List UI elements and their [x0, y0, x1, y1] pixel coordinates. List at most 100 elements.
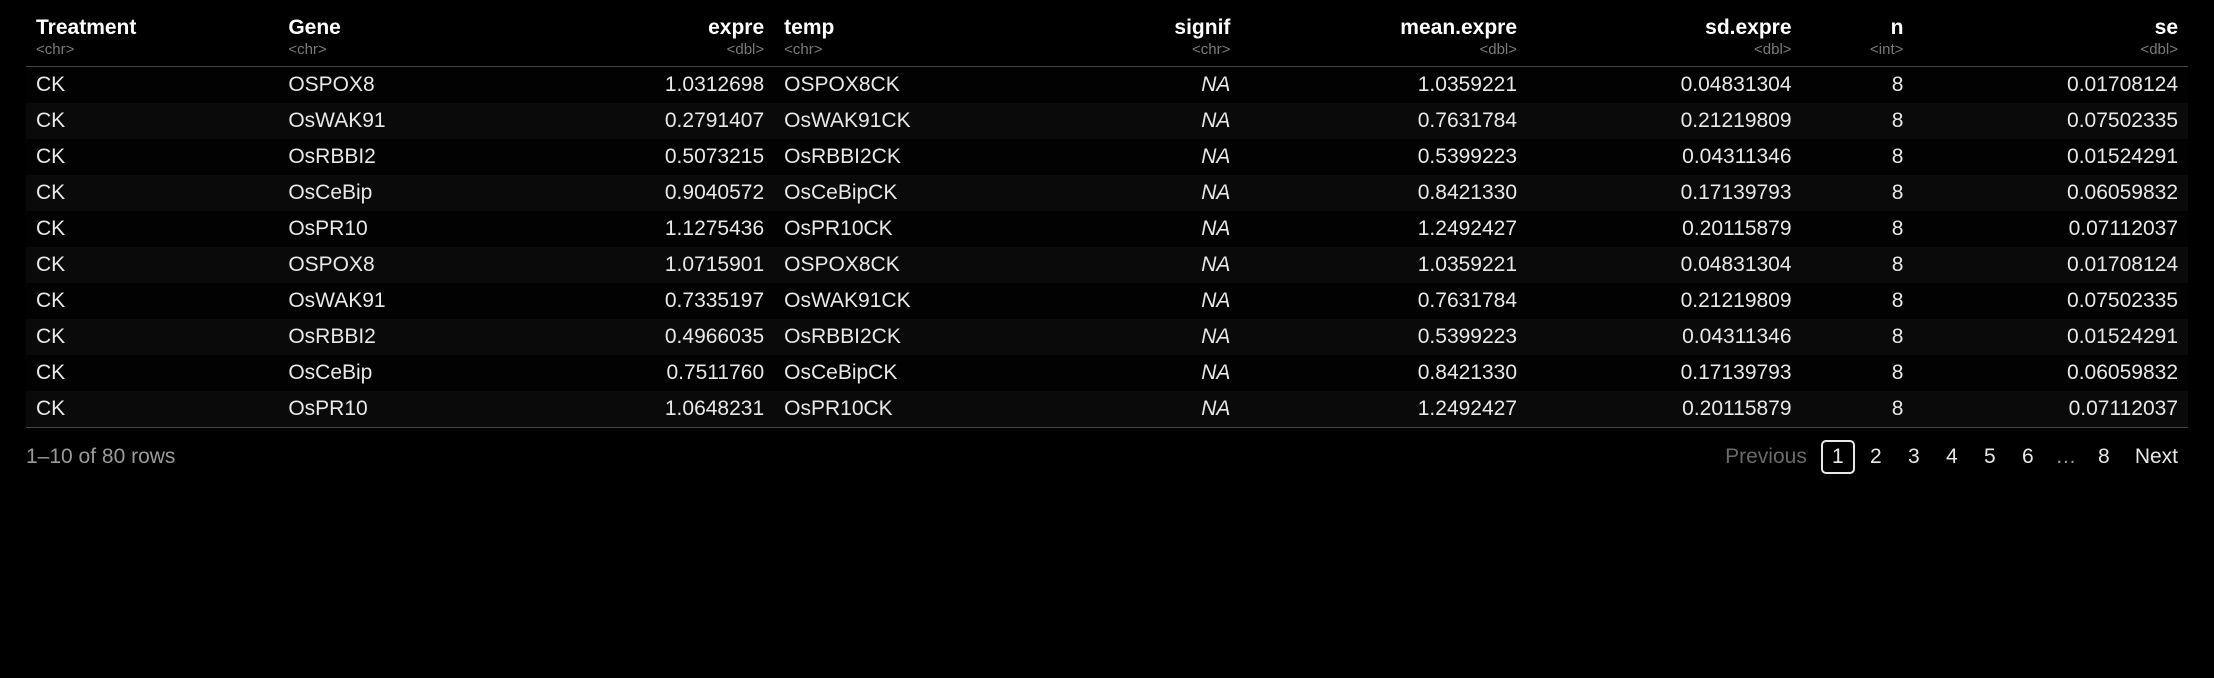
column-header[interactable]: Treatment<chr>	[26, 10, 278, 67]
table-cell: OsPR10	[278, 391, 524, 428]
column-header[interactable]: mean.expre <dbl>	[1240, 10, 1527, 67]
column-name: temp	[784, 16, 834, 39]
column-name: sd.expre	[1705, 16, 1791, 39]
table-cell: 0.07112037	[1913, 211, 2188, 247]
table-row: CKOsCeBip0.7511760OsCeBipCKNA0.84213300.…	[26, 355, 2188, 391]
page-button-5[interactable]: 5	[1973, 440, 2007, 474]
column-name: expre	[708, 16, 764, 39]
table-cell: NA	[1081, 139, 1240, 175]
table-cell: CK	[26, 175, 278, 211]
table-cell: 8	[1802, 283, 1914, 319]
page-button-4[interactable]: 4	[1935, 440, 1969, 474]
table-cell: OsPR10CK	[774, 211, 1081, 247]
table-cell: CK	[26, 391, 278, 428]
table-cell: 0.07112037	[1913, 391, 2188, 428]
column-header[interactable]: expre<dbl>	[524, 10, 774, 67]
table-row: CKOsWAK910.7335197OsWAK91CKNA0.7631784 0.…	[26, 283, 2188, 319]
table-cell: 0.01708124	[1913, 67, 2188, 104]
table-cell: CK	[26, 319, 278, 355]
table-cell: 0.4966035	[524, 319, 774, 355]
table-header: Treatment<chr>Gene<chr>expre<dbl>temp<ch…	[26, 10, 2188, 67]
page-button-8[interactable]: 8	[2087, 440, 2121, 474]
table-cell: 0.5399223	[1240, 319, 1527, 355]
table-cell: 0.20115879	[1527, 391, 1802, 428]
table-row: CKOsRBBI20.4966035OsRBBI2CKNA0.53992230.…	[26, 319, 2188, 355]
column-header[interactable]: Gene<chr>	[278, 10, 524, 67]
page-button-6[interactable]: 6	[2011, 440, 2045, 474]
table-cell: CK	[26, 247, 278, 283]
table-cell: OSPOX8	[278, 247, 524, 283]
table-cell: 0.2791407	[524, 103, 774, 139]
column-type: <chr>	[36, 41, 268, 58]
table-cell: 8	[1802, 67, 1914, 104]
column-type: <chr>	[288, 41, 514, 58]
table-cell: NA	[1081, 355, 1240, 391]
table-cell: 8	[1802, 103, 1914, 139]
table-row: CKOSPOX81.0715901OSPOX8CKNA1.03592210.04…	[26, 247, 2188, 283]
table-cell: CK	[26, 103, 278, 139]
column-header[interactable]: sd.expre<dbl>	[1527, 10, 1802, 67]
table-cell: 8	[1802, 247, 1914, 283]
table-cell: CK	[26, 355, 278, 391]
table-cell: 0.01524291	[1913, 319, 2188, 355]
table-row: CKOsCeBip0.9040572OsCeBipCKNA0.84213300.…	[26, 175, 2188, 211]
table-cell: 8	[1802, 391, 1914, 428]
table-cell: NA	[1081, 103, 1240, 139]
table-cell: OsCeBip	[278, 175, 524, 211]
table-cell: OsPR10CK	[774, 391, 1081, 428]
table-cell: NA	[1081, 283, 1240, 319]
table-cell: NA	[1081, 247, 1240, 283]
table-cell: CK	[26, 139, 278, 175]
column-type: <dbl>	[1250, 41, 1517, 58]
table-cell: OsWAK91CK	[774, 283, 1081, 319]
table-cell: OsCeBipCK	[774, 355, 1081, 391]
column-header[interactable]: se<dbl>	[1913, 10, 2188, 67]
table-cell: CK	[26, 283, 278, 319]
table-cell: 1.0715901	[524, 247, 774, 283]
table-cell: OsWAK91	[278, 283, 524, 319]
table-cell: 0.07502335	[1913, 283, 2188, 319]
table-cell: 0.17139793	[1527, 175, 1802, 211]
table-cell: 1.0648231	[524, 391, 774, 428]
column-header[interactable]: signif<chr>	[1081, 10, 1240, 67]
column-type: <dbl>	[1923, 41, 2178, 58]
next-button[interactable]: Next	[2125, 440, 2188, 474]
table-cell: 8	[1802, 319, 1914, 355]
table-cell: 0.7335197	[524, 283, 774, 319]
table-cell: 0.8421330	[1240, 175, 1527, 211]
table-cell: OsWAK91CK	[774, 103, 1081, 139]
table-cell: NA	[1081, 67, 1240, 104]
table-cell: 1.2492427	[1240, 391, 1527, 428]
column-header[interactable]: temp<chr>	[774, 10, 1081, 67]
page-button-3[interactable]: 3	[1897, 440, 1931, 474]
table-row: CKOsPR101.1275436OsPR10CKNA1.24924270.20…	[26, 211, 2188, 247]
column-name: mean.expre	[1400, 16, 1517, 39]
table-row: CKOSPOX81.0312698OSPOX8CKNA1.03592210.04…	[26, 67, 2188, 104]
column-type: <chr>	[1091, 41, 1230, 58]
table-row: CKOsPR101.0648231OsPR10CKNA1.24924270.20…	[26, 391, 2188, 428]
column-type: <int>	[1812, 41, 1904, 58]
page-button-1[interactable]: 1	[1821, 440, 1855, 474]
table-cell: NA	[1081, 391, 1240, 428]
column-header[interactable]: n<int>	[1802, 10, 1914, 67]
table-cell: NA	[1081, 319, 1240, 355]
table-cell: OSPOX8CK	[774, 67, 1081, 104]
table-cell: 1.0359221	[1240, 67, 1527, 104]
table-cell: 0.06059832	[1913, 175, 2188, 211]
table-cell: 0.5399223	[1240, 139, 1527, 175]
table-cell: 0.7631784	[1240, 283, 1527, 319]
row-status: 1–10 of 80 rows	[26, 445, 175, 469]
page-button-2[interactable]: 2	[1859, 440, 1893, 474]
table-cell: 0.9040572	[524, 175, 774, 211]
table-cell: NA	[1081, 175, 1240, 211]
table-cell: 8	[1802, 211, 1914, 247]
prev-button[interactable]: Previous	[1715, 440, 1817, 474]
table-cell: 0.7631784	[1240, 103, 1527, 139]
table-cell: 0.07502335	[1913, 103, 2188, 139]
table-cell: 0.04831304	[1527, 67, 1802, 104]
table-cell: 0.01708124	[1913, 247, 2188, 283]
table-cell: 8	[1802, 139, 1914, 175]
table-body: CKOSPOX81.0312698OSPOX8CKNA1.03592210.04…	[26, 67, 2188, 428]
pager: Previous 123456…8 Next	[1715, 440, 2188, 474]
table-cell: NA	[1081, 211, 1240, 247]
